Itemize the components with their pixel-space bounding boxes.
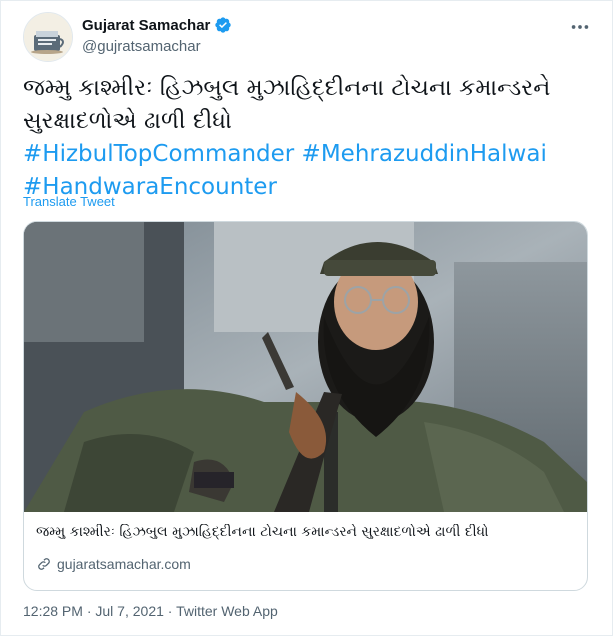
author-handle[interactable]: @gujratsamachar	[82, 38, 201, 55]
meta-separator: ·	[163, 603, 177, 619]
hashtag-link[interactable]: #MehrazuddinHalwai	[302, 141, 547, 167]
author-avatar[interactable]	[23, 12, 73, 62]
link-preview-card[interactable]: જમ્મુ કાશ્મીરઃ હિઝબુલ મુઝાહિદ્દીનના ટોચન…	[23, 221, 588, 591]
author-name[interactable]: Gujarat Samachar	[82, 16, 232, 34]
tweet-text: જમ્મુ કાશ્મીરઃ હિઝબુલ મુઝાહિદ્દીનના ટોચન…	[23, 72, 598, 204]
newspaper-logo-icon	[24, 13, 72, 61]
tweet-text-line-2: સુરક્ષાદળોએ ઢાળી દીધો	[23, 108, 232, 134]
card-domain: gujaratsamachar.com	[57, 556, 191, 572]
tweet-source[interactable]: Twitter Web App	[176, 603, 278, 619]
tweet-time[interactable]: 12:28 PM	[23, 603, 83, 619]
card-title[interactable]: જમ્મુ કાશ્મીરઃ હિઝબુલ મુઝાહિદ્દીનના ટોચન…	[36, 524, 576, 540]
translate-tweet-link[interactable]: Translate Tweet	[23, 194, 115, 209]
meta-separator: ·	[82, 603, 96, 619]
tweet-metadata: 12:28 PM · Jul 7, 2021 · Twitter Web App	[23, 603, 278, 619]
link-icon	[38, 558, 50, 570]
tweet-text-line-1: જમ્મુ કાશ્મીરઃ હિઝબુલ મુઝાહિદ્દીનના ટોચન…	[23, 75, 551, 101]
tweet-date[interactable]: Jul 7, 2021	[95, 603, 164, 619]
more-options-icon[interactable]	[569, 16, 591, 44]
card-image	[24, 222, 587, 512]
verified-badge-icon	[215, 17, 232, 33]
hashtag-link[interactable]: #HizbulTopCommander	[23, 141, 294, 167]
card-domain-row[interactable]: gujaratsamachar.com	[36, 556, 191, 572]
author-display-name[interactable]: Gujarat Samachar	[82, 17, 210, 34]
